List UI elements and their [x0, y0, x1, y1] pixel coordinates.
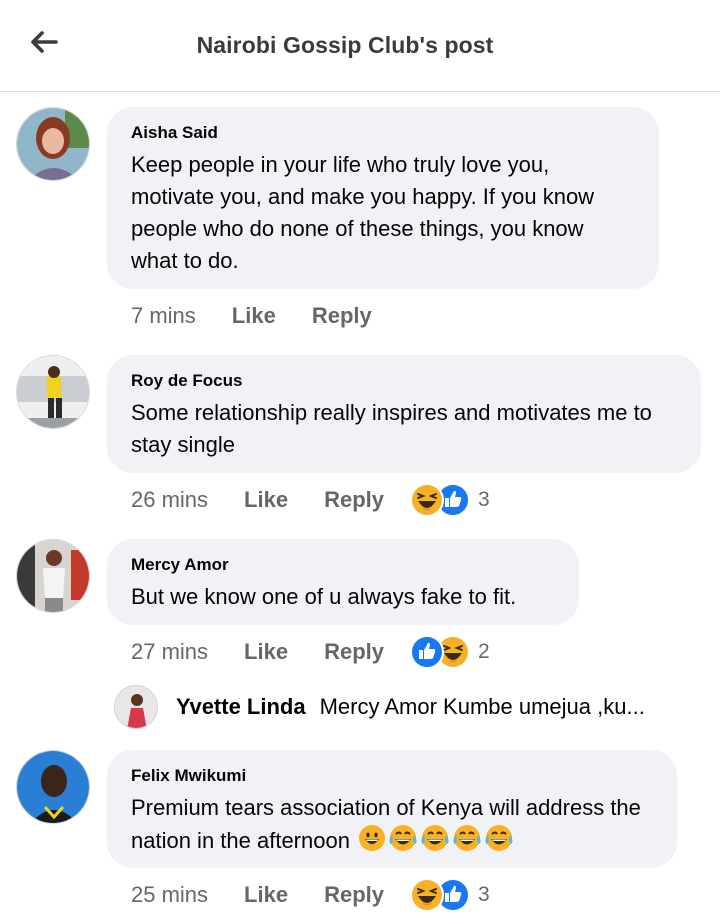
reply-button[interactable]: Reply [324, 487, 384, 513]
post-header: Nairobi Gossip Club's post [0, 0, 720, 92]
like-icon [410, 635, 444, 669]
comment-author[interactable]: Mercy Amor [131, 555, 555, 575]
comment-text: Some relationship really inspires and mo… [131, 400, 652, 457]
comment-text: Keep people in your life who truly love … [131, 152, 595, 273]
reply-author[interactable]: Yvette Linda [176, 694, 306, 720]
haha-icon [410, 878, 444, 912]
comment-actions: 26 mins Like Reply 3 [131, 483, 490, 517]
page-title: Nairobi Gossip Club's post [196, 32, 494, 58]
reply-button[interactable]: Reply [312, 303, 372, 329]
like-button[interactable]: Like [244, 487, 288, 513]
avatar-roy-de-focus[interactable] [16, 355, 90, 429]
comment-time: 27 mins [131, 639, 209, 664]
comment-bubble: Roy de Focus Some relationship really in… [107, 355, 701, 473]
comment-time: 25 mins [131, 882, 209, 907]
comment-author[interactable]: Aisha Said [131, 123, 635, 143]
reaction-summary[interactable]: 3 [410, 483, 490, 517]
comment-text: But we know one of u always fake to fit. [131, 584, 517, 609]
avatar-aisha-said[interactable] [16, 107, 90, 181]
reply-text: Mercy Amor Kumbe umejua ,ku... [319, 694, 645, 719]
comment-time: 7 mins [131, 303, 196, 328]
avatar-felix-mwikumi[interactable] [16, 750, 90, 824]
grinning-face-icon [359, 825, 386, 851]
reaction-count: 3 [478, 883, 490, 906]
reply-button[interactable]: Reply [324, 639, 384, 665]
tears-of-joy-icon [485, 825, 513, 851]
reaction-count: 3 [478, 488, 490, 511]
reaction-count: 2 [478, 640, 490, 663]
like-button[interactable]: Like [244, 882, 288, 908]
comment-bubble: Mercy Amor But we know one of u always f… [107, 539, 579, 625]
reaction-summary[interactable]: 3 [410, 878, 490, 912]
reaction-summary[interactable]: 2 [410, 635, 490, 669]
avatar-mercy-amor[interactable] [16, 539, 90, 613]
comment-author[interactable]: Roy de Focus [131, 371, 677, 391]
comment-text: Premium tears association of Kenya will … [131, 792, 653, 857]
comment-bubble: Felix Mwikumi Premium tears association … [107, 750, 677, 868]
like-button[interactable]: Like [244, 639, 288, 665]
tears-of-joy-icon [389, 825, 417, 851]
reply-button[interactable]: Reply [324, 882, 384, 908]
comment-actions: 27 mins Like Reply 2 [131, 635, 490, 669]
tears-of-joy-icon [421, 825, 449, 851]
haha-icon [410, 483, 444, 517]
comment-actions: 7 mins Like Reply [131, 299, 408, 333]
tears-of-joy-icon [453, 825, 481, 851]
comment-time: 26 mins [131, 487, 209, 512]
avatar-yvette-linda[interactable] [114, 685, 158, 729]
comment-author[interactable]: Felix Mwikumi [131, 766, 653, 786]
reply-preview[interactable]: Yvette Linda Mercy Amor Kumbe umejua ,ku… [114, 684, 645, 730]
comment-actions: 25 mins Like Reply 3 [131, 878, 490, 912]
like-button[interactable]: Like [232, 303, 276, 329]
comment-bubble: Aisha Said Keep people in your life who … [107, 107, 659, 289]
